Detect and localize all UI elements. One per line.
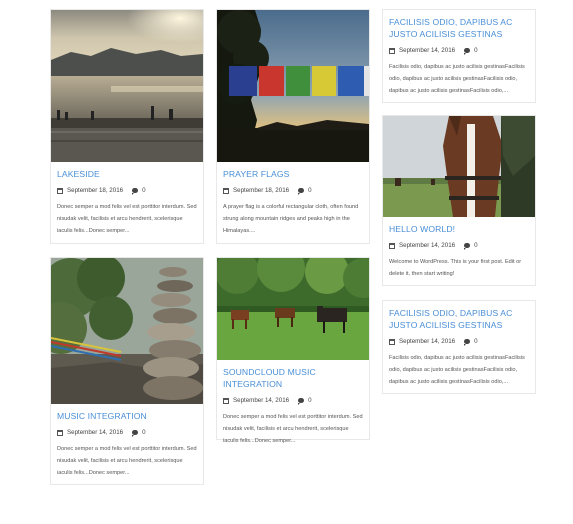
post-title[interactable]: LAKESIDE — [57, 168, 197, 180]
post-title[interactable]: SOUNDCLOUD MUSIC INTEGRATION — [223, 366, 363, 390]
post-excerpt: Donec semper a mod felis vel est porttit… — [223, 414, 363, 444]
post-thumbnail-soundcloud[interactable] — [217, 258, 369, 360]
post-date[interactable]: September 14, 2016 — [399, 47, 455, 54]
calendar-icon — [389, 47, 395, 54]
post-thumbnail-hello-world[interactable] — [383, 116, 535, 217]
calendar-icon — [389, 338, 395, 345]
post-meta: September 14, 2016 0 — [223, 396, 363, 405]
comment-icon — [132, 188, 139, 195]
post-meta: September 14, 2016 0 — [389, 241, 529, 250]
post-title[interactable]: PRAYER FLAGS — [223, 168, 363, 180]
post-date[interactable]: September 18, 2016 — [67, 187, 123, 194]
post-excerpt: A prayer flag is a colorful rectangular … — [223, 204, 359, 234]
post-thumbnail-music-integration[interactable] — [51, 258, 203, 404]
comment-count[interactable]: 0 — [142, 187, 145, 194]
post-card: FACILISIS ODIO, DAPIBUS AC JUSTO ACILISI… — [382, 300, 536, 394]
post-title[interactable]: FACILISIS ODIO, DAPIBUS AC JUSTO ACILISI… — [389, 307, 529, 331]
post-date[interactable]: September 14, 2016 — [399, 242, 455, 249]
post-card: HELLO WORLD! September 14, 2016 0 Welcom… — [382, 115, 536, 286]
post-title[interactable]: FACILISIS ODIO, DAPIBUS AC JUSTO ACILISI… — [389, 16, 529, 40]
post-title[interactable]: HELLO WORLD! — [389, 223, 529, 235]
post-date[interactable]: September 14, 2016 — [233, 397, 289, 404]
post-card: PRAYER FLAGS September 18, 2016 0 A pray… — [216, 9, 370, 244]
post-card: FACILISIS ODIO, DAPIBUS AC JUSTO ACILISI… — [382, 9, 536, 103]
post-date[interactable]: September 18, 2016 — [233, 187, 289, 194]
post-meta: September 14, 2016 0 — [389, 337, 529, 346]
comment-count[interactable]: 0 — [474, 47, 477, 54]
comment-count[interactable]: 0 — [142, 429, 145, 436]
post-date[interactable]: September 14, 2016 — [399, 338, 455, 345]
post-thumbnail-lakeside[interactable] — [51, 10, 203, 162]
comment-count[interactable]: 0 — [474, 338, 477, 345]
calendar-icon — [57, 429, 63, 436]
comment-icon — [298, 398, 305, 405]
comment-icon — [464, 48, 471, 55]
calendar-icon — [57, 187, 63, 194]
post-title[interactable]: MUSIC INTEGRATION — [57, 410, 197, 422]
calendar-icon — [389, 242, 395, 249]
post-date[interactable]: September 14, 2016 — [67, 429, 123, 436]
comment-count[interactable]: 0 — [308, 187, 311, 194]
post-card: MUSIC INTEGRATION September 14, 2016 0 D… — [50, 257, 204, 485]
post-excerpt: Donec semper a mod felis vel est porttit… — [57, 446, 197, 476]
post-excerpt: Donec semper a mod felis vel est porttit… — [57, 204, 197, 234]
comment-icon — [464, 339, 471, 346]
comment-count[interactable]: 0 — [308, 397, 311, 404]
comment-icon — [464, 243, 471, 250]
comment-icon — [298, 188, 305, 195]
post-excerpt: Welcome to WordPress. This is your first… — [389, 259, 522, 277]
post-meta: September 14, 2016 0 — [57, 428, 197, 437]
post-meta: September 18, 2016 0 — [223, 186, 363, 195]
post-thumbnail-prayer-flags[interactable] — [217, 10, 369, 162]
post-card: LAKESIDE September 18, 2016 0 Donec semp… — [50, 9, 204, 244]
post-meta: September 14, 2016 0 — [389, 46, 529, 55]
calendar-icon — [223, 187, 229, 194]
comment-count[interactable]: 0 — [474, 242, 477, 249]
post-excerpt: Facilisis odio, dapibus ac justo acilisi… — [389, 64, 525, 94]
post-excerpt: Facilisis odio, dapibus ac justo acilisi… — [389, 355, 525, 385]
comment-icon — [132, 430, 139, 437]
post-meta: September 18, 2016 0 — [57, 186, 197, 195]
calendar-icon — [223, 397, 229, 404]
post-card: SOUNDCLOUD MUSIC INTEGRATION September 1… — [216, 257, 370, 444]
